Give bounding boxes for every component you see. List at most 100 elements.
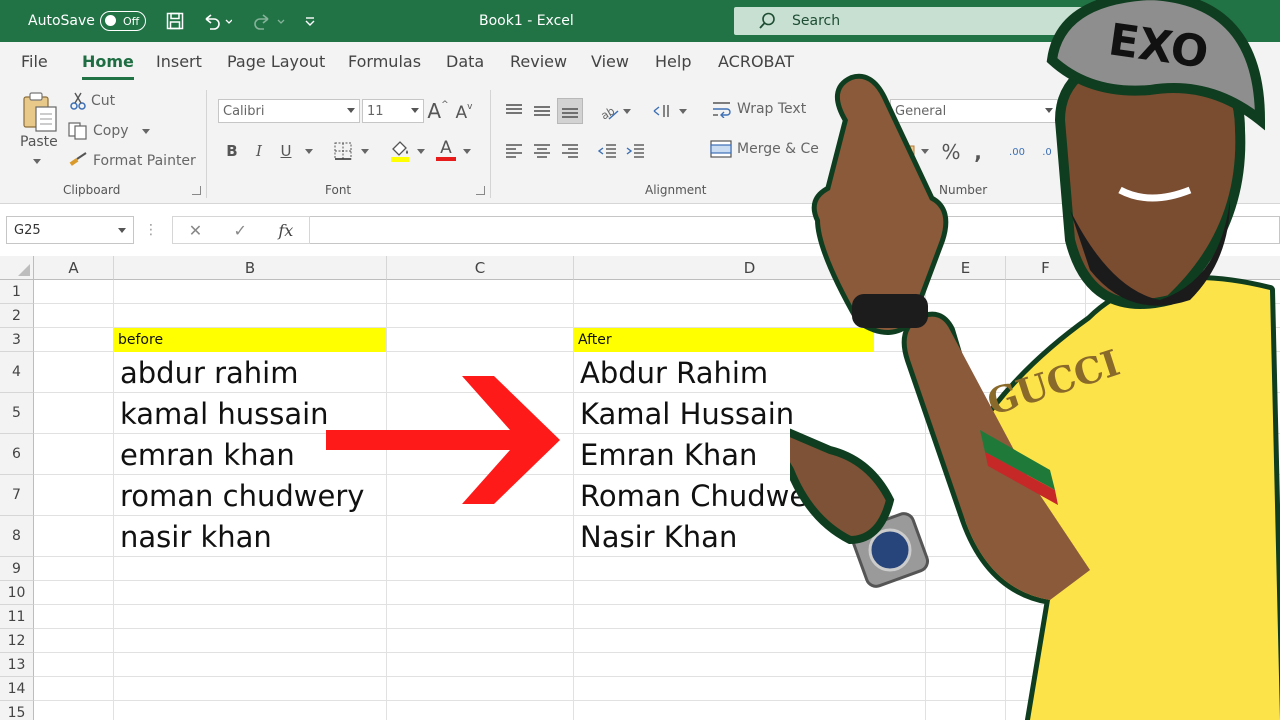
copy-button[interactable]: Copy [68,122,150,140]
borders-icon[interactable] [332,140,354,162]
cell-d4[interactable]: Abdur Rahim [574,352,768,393]
row-header-15[interactable]: 15 [0,701,34,720]
red-arrow-shape [326,376,560,504]
row-header-8[interactable]: 8 [0,516,34,557]
font-size-value: 11 [367,103,384,119]
clipboard-group-label: Clipboard [63,183,121,197]
orientation-dropdown-icon[interactable] [622,106,632,116]
row-header-4[interactable]: 4 [0,352,34,393]
underline-icon[interactable]: U [278,140,294,162]
row-header-6[interactable]: 6 [0,434,34,475]
rtl-icon[interactable] [652,102,672,120]
rtl-dropdown-icon[interactable] [678,106,688,116]
row-header-12[interactable]: 12 [0,629,34,653]
font-name-dropdown[interactable]: Calibri [218,99,360,123]
paste-dropdown-icon[interactable] [32,156,42,166]
select-all-button[interactable] [0,256,34,280]
cell-b5[interactable]: kamal hussain [114,393,329,434]
italic-icon[interactable]: I [252,140,266,162]
enter-icon[interactable]: ✓ [234,221,247,240]
cell-d5[interactable]: Kamal Hussain [574,393,794,434]
clipboard-dialog-launcher-icon[interactable] [192,186,201,195]
cell-b6[interactable]: emran khan [114,434,295,475]
align-left-icon[interactable] [504,142,524,160]
row-header-3[interactable]: 3 [0,328,34,352]
copy-label: Copy [93,123,129,139]
redo-icon[interactable] [252,0,288,42]
row-header-7[interactable]: 7 [0,475,34,516]
column-header-a[interactable]: A [34,256,114,280]
cut-label: Cut [91,93,116,109]
cell-d8[interactable]: Nasir Khan [574,516,737,557]
cancel-icon[interactable]: ✕ [189,221,202,240]
row-header-9[interactable]: 9 [0,557,34,581]
paste-button[interactable]: Paste [20,134,58,150]
wrap-text-icon [713,102,731,118]
middle-align-icon[interactable] [532,102,552,120]
tab-view[interactable]: View [591,52,629,71]
fill-color-icon[interactable] [388,138,412,164]
row-header-13[interactable]: 13 [0,653,34,677]
align-center-icon[interactable] [532,142,552,160]
undo-icon[interactable] [202,0,232,42]
formula-bar-handle-icon[interactable]: ⋮ [144,220,158,240]
row-header-14[interactable]: 14 [0,677,34,701]
decrease-indent-icon[interactable] [596,142,618,160]
row-header-11[interactable]: 11 [0,605,34,629]
formula-tools: ✕ ✓ fx [172,216,310,244]
borders-dropdown-icon[interactable] [360,146,370,156]
fill-color-dropdown-icon[interactable] [416,146,426,156]
scissors-icon [70,92,86,110]
cell-d6[interactable]: Emran Khan [574,434,757,475]
bracelet [852,294,928,328]
align-right-icon[interactable] [560,142,580,160]
orientation-icon[interactable]: ab [598,100,620,122]
paste-icon[interactable] [20,90,60,134]
cell-b4[interactable]: abdur rahim [114,352,299,393]
presenter-photo: EXO GUCCI [790,0,1280,720]
underline-dropdown-icon[interactable] [304,146,314,156]
save-icon[interactable] [166,0,184,42]
format-painter-button[interactable]: Format Painter [68,152,196,170]
increase-indent-icon[interactable] [624,142,646,160]
insert-function-icon[interactable]: fx [278,221,293,240]
cut-button[interactable]: Cut [70,92,115,110]
cell-b8[interactable]: nasir khan [114,516,272,557]
name-box[interactable]: G25 [6,216,134,244]
copy-dropdown-icon[interactable] [141,128,150,134]
top-align-icon[interactable] [504,102,524,120]
font-size-dropdown[interactable]: 11 [362,99,424,123]
tab-page-layout[interactable]: Page Layout [227,52,325,71]
format-painter-label: Format Painter [93,153,196,169]
column-header-c[interactable]: C [387,256,574,280]
row-header-10[interactable]: 10 [0,581,34,605]
row-header-5[interactable]: 5 [0,393,34,434]
tab-help[interactable]: Help [655,52,691,71]
decrease-font-size-icon[interactable]: Av [454,102,474,124]
bottom-align-icon[interactable] [557,98,583,124]
tab-insert[interactable]: Insert [156,52,202,71]
tab-formulas[interactable]: Formulas [348,52,421,71]
cell-b3[interactable]: before [114,328,386,352]
customize-quick-access-icon[interactable] [304,0,316,42]
tab-data[interactable]: Data [446,52,484,71]
column-header-b[interactable]: B [114,256,387,280]
autosave-state: Off [123,14,140,28]
font-color-icon[interactable]: A [434,136,458,164]
merge-center-icon [710,140,732,158]
font-color-dropdown-icon[interactable] [462,146,472,156]
tab-review[interactable]: Review [510,52,567,71]
tab-home[interactable]: Home [82,52,134,80]
font-name-value: Calibri [223,103,265,119]
bold-icon[interactable]: B [224,140,240,162]
search-icon [759,12,775,29]
tab-file[interactable]: File [21,52,48,71]
copy-icon [68,122,87,140]
font-dialog-launcher-icon[interactable] [476,186,485,195]
autosave-toggle[interactable]: Off [100,11,146,31]
paintbrush-icon [69,152,87,166]
tab-acrobat[interactable]: ACROBAT [718,52,794,71]
row-header-2[interactable]: 2 [0,304,34,328]
row-header-1[interactable]: 1 [0,280,34,304]
increase-font-size-icon[interactable]: A ^ [427,99,448,123]
